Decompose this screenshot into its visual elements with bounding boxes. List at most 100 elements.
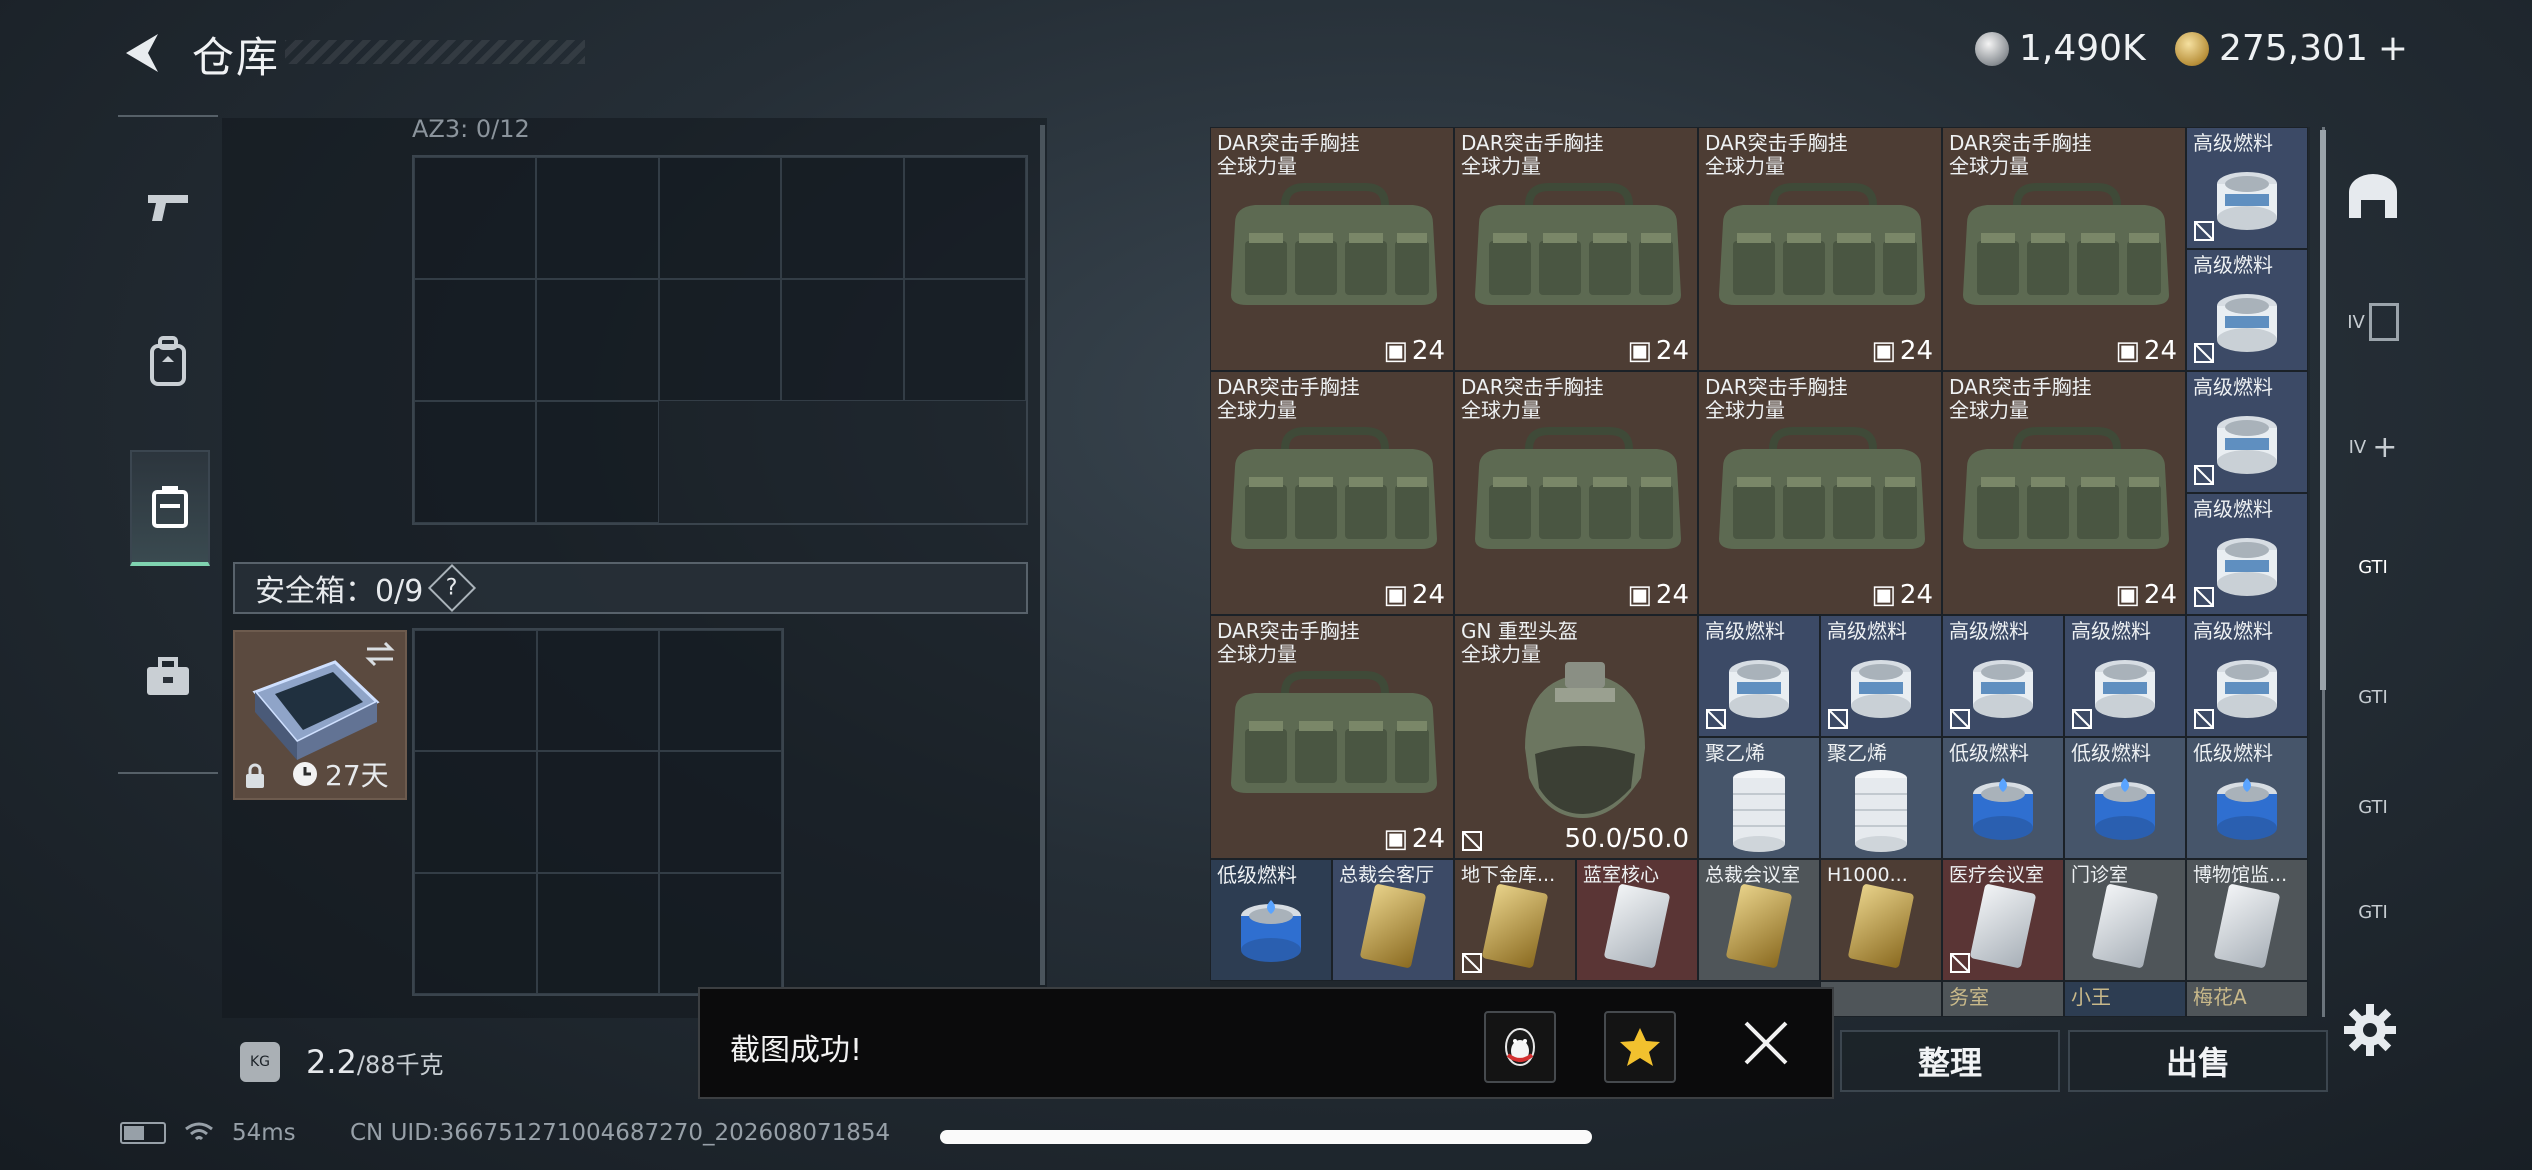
sidebar-item-case[interactable] <box>130 622 206 732</box>
grid-slot[interactable] <box>536 630 660 752</box>
inventory-item-partial[interactable]: 梅花A <box>2186 981 2308 1017</box>
inventory-item-fuel-high[interactable]: 高级燃料 <box>1942 615 2064 737</box>
add-currency-button[interactable]: + <box>2378 28 2408 69</box>
status-bar: 54ms <box>120 1120 296 1146</box>
fuel-can-icon <box>2217 416 2277 474</box>
inventory-item-fuel-high[interactable]: 高级燃料 <box>1820 615 1942 737</box>
inventory-item-fuel-high[interactable]: 高级燃料 <box>2186 127 2308 249</box>
grid-slot[interactable] <box>658 279 782 401</box>
inventory-grid[interactable]: DAR突击手胸挂 全球力量 ▣ 24 DAR突击手胸挂 全球力量 ▣ 24 DAR突击手胸挂 全球… <box>1210 127 2310 1017</box>
grid-slot[interactable] <box>536 279 659 401</box>
inventory-scrollbar[interactable] <box>2320 130 2326 690</box>
grid-slot[interactable] <box>659 630 782 752</box>
tab-gti-1[interactable]: GTI <box>2337 527 2409 607</box>
chest-rig-image <box>1719 427 1925 549</box>
inventory-item-chest-rig[interactable]: DAR突击手胸挂 全球力量 ▣ 24 <box>1942 127 2186 371</box>
inventory-item-fuel-high[interactable]: 高级燃料 <box>2064 615 2186 737</box>
inventory-item-keycard[interactable]: 总裁会客厅 <box>1332 859 1454 981</box>
grid-slot[interactable] <box>414 157 537 279</box>
grid-slot[interactable] <box>659 751 782 873</box>
sort-button[interactable]: 整理 <box>1840 1030 2060 1092</box>
tab-gti-4[interactable]: GTI <box>2337 872 2409 952</box>
inventory-item-chest-rig[interactable]: DAR突击手胸挂 全球力量 ▣ 24 <box>1454 371 1698 615</box>
item-durability: 50.0/50.0 <box>1564 824 1689 854</box>
tab-storage-home[interactable] <box>2337 157 2409 237</box>
grid-slot[interactable] <box>536 751 660 873</box>
grid-slot[interactable] <box>536 157 659 279</box>
inventory-item-chest-rig[interactable]: DAR突击手胸挂 全球力量 ▣ 24 <box>1698 127 1942 371</box>
item-name: DAR突击手胸挂 全球力量 <box>1217 619 1360 666</box>
inventory-item-keycard[interactable]: 蓝室核心 <box>1576 859 1698 981</box>
item-name: DAR突击手胸挂 全球力量 <box>1949 131 2092 178</box>
inventory-item-polyethylene[interactable]: 聚乙烯 <box>1698 737 1820 859</box>
share-qzone-button[interactable] <box>1604 1011 1676 1083</box>
sidebar-item-weapons[interactable] <box>130 152 206 262</box>
sell-button[interactable]: 出售 <box>2068 1030 2328 1092</box>
inventory-item-chest-rig[interactable]: DAR突击手胸挂 全球力量 ▣ 24 <box>1942 371 2186 615</box>
inventory-item-chest-rig[interactable]: DAR突击手胸挂 全球力量 ▣ 24 <box>1210 127 1454 371</box>
tab-gti-2[interactable]: GTI <box>2337 657 2409 737</box>
inventory-item-fuel-high[interactable]: 高级燃料 <box>1698 615 1820 737</box>
inventory-item-fuel-high[interactable]: 高级燃料 <box>2186 493 2308 615</box>
tab-gti-3[interactable]: GTI <box>2337 767 2409 847</box>
item-capacity: ▣ 24 <box>1627 580 1689 610</box>
inventory-item-chest-rig[interactable]: DAR突击手胸挂 全球力量 ▣ 24 <box>1454 127 1698 371</box>
inventory-item-chest-rig[interactable]: DAR突击手胸挂 全球力量 ▣ 24 <box>1698 371 1942 615</box>
inventory-item-fuel-high[interactable]: 高级燃料 <box>2186 249 2308 371</box>
inventory-item-keycard[interactable]: H1000... <box>1820 859 1942 981</box>
close-icon[interactable] <box>1740 1017 1792 1069</box>
inventory-item-keycard[interactable]: 地下金库... <box>1454 859 1576 981</box>
item-name: 低级燃料 <box>1949 741 2029 765</box>
settings-gear-icon[interactable] <box>2340 1000 2400 1060</box>
fuel-can-icon <box>2217 294 2277 352</box>
grid-slot[interactable] <box>903 279 1026 401</box>
inventory-item-helmet[interactable]: GN 重型头盔 全球力量 50.0/50.0 <box>1454 615 1698 859</box>
back-arrow-icon[interactable] <box>118 28 166 78</box>
inventory-item-fuel-high[interactable]: 高级燃料 <box>2186 371 2308 493</box>
rig-slot-grid[interactable] <box>412 155 1028 525</box>
grid-slot[interactable] <box>659 872 782 994</box>
sidebar-item-backpack[interactable] <box>130 307 206 417</box>
grid-slot[interactable] <box>536 401 659 523</box>
inventory-item-fuel-low[interactable]: 低级燃料 <box>1942 737 2064 859</box>
grid-slot[interactable] <box>658 157 782 279</box>
keycard-icon <box>2091 883 2159 969</box>
inventory-item-keycard[interactable]: 医疗会议室 <box>1942 859 2064 981</box>
item-name: 高级燃料 <box>1705 619 1785 643</box>
tab-iv-2[interactable]: IV + <box>2337 407 2409 487</box>
inventory-item-keycard[interactable]: 总裁会议室 <box>1698 859 1820 981</box>
grid-slot[interactable] <box>781 279 904 401</box>
grid-slot[interactable] <box>414 401 537 523</box>
home-indicator[interactable] <box>940 1130 1592 1144</box>
storage-scrollbar[interactable] <box>1040 125 1045 985</box>
inventory-item-fuel-low[interactable]: 低级燃料 <box>2186 737 2308 859</box>
grid-slot[interactable] <box>414 751 537 873</box>
grid-slot[interactable] <box>414 630 537 752</box>
inventory-item-partial[interactable]: 务室 <box>1942 981 2064 1017</box>
inventory-item-partial[interactable]: 小王 <box>2064 981 2186 1017</box>
inventory-item-chest-rig[interactable]: DAR突击手胸挂 全球力量 ▣ 24 <box>1210 371 1454 615</box>
grid-slot[interactable] <box>414 279 537 401</box>
inventory-item-polyethylene[interactable]: 聚乙烯 <box>1820 737 1942 859</box>
safe-box-grid[interactable] <box>412 628 784 996</box>
help-button[interactable]: ? <box>428 563 477 613</box>
inventory-item-fuel-high[interactable]: 高级燃料 <box>2186 615 2308 737</box>
share-qq-button[interactable] <box>1484 1011 1556 1083</box>
inventory-item-partial[interactable] <box>1820 981 1942 1017</box>
grid-slot[interactable] <box>536 872 660 994</box>
swap-icon[interactable] <box>363 640 397 668</box>
safe-box-item[interactable]: 27天 <box>233 630 407 800</box>
inventory-item-fuel-low[interactable]: 低级燃料 <box>1210 859 1332 981</box>
inventory-item-fuel-low[interactable]: 低级燃料 <box>2064 737 2186 859</box>
inventory-item-keycard[interactable]: 博物馆监... <box>2186 859 2308 981</box>
gold-currency[interactable]: 275,301 + <box>2175 28 2408 69</box>
tab-iv-1[interactable]: IV <box>2337 282 2409 362</box>
sidebar-item-chest-rig[interactable] <box>130 450 210 566</box>
inventory-item-chest-rig[interactable]: DAR突击手胸挂 全球力量 ▣ 24 <box>1210 615 1454 859</box>
inventory-item-keycard[interactable]: 门诊室 <box>2064 859 2186 981</box>
rail-label: IV <box>2347 311 2365 333</box>
grid-slot[interactable] <box>903 157 1026 279</box>
grid-slot[interactable] <box>414 872 537 994</box>
grid-slot[interactable] <box>781 157 904 279</box>
item-name: 博物馆监... <box>2193 864 2288 886</box>
